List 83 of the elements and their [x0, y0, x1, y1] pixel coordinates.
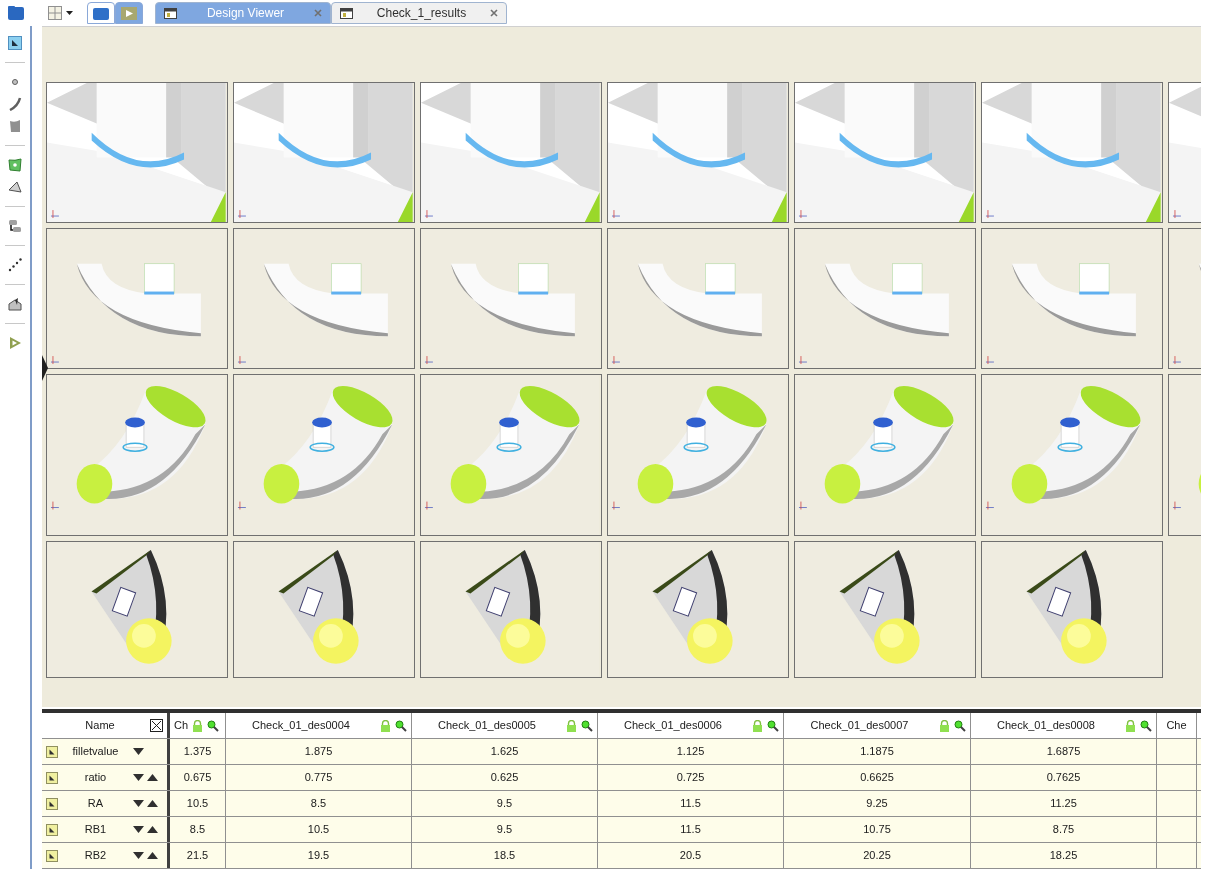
zoom-icon[interactable]: [954, 719, 966, 732]
table-cell-text: 0.675: [183, 770, 212, 786]
table-cell-text: 1.625: [490, 744, 519, 760]
parameter-name: filletvalue: [71, 744, 120, 760]
parameter-name: RA: [86, 796, 105, 812]
folder-icon[interactable]: [8, 6, 24, 20]
select-icon[interactable]: [8, 36, 22, 50]
column-header: Check_01_des0008: [996, 718, 1096, 734]
viewer-icon: [164, 7, 177, 19]
table-cell-text: 1.125: [676, 744, 705, 760]
surface-icon[interactable]: [8, 119, 22, 133]
column-header: Che: [1165, 718, 1188, 734]
table-cell-text: 8.75: [1052, 822, 1075, 838]
table-cell-text: 0.6625: [860, 770, 894, 786]
table-cell-text: 10.75: [863, 822, 891, 838]
parameter-icon[interactable]: [46, 823, 58, 836]
column-header: Check_01_des0005: [437, 718, 537, 734]
play-icon: [121, 6, 137, 20]
table-cell-text: 9.5: [496, 822, 513, 838]
table-cell-text: 18.5: [493, 848, 516, 864]
sort-down-icon[interactable]: [133, 748, 144, 755]
tab[interactable]: Check_1_results: [331, 2, 507, 24]
sort-up-icon[interactable]: [147, 774, 158, 781]
sort-down-icon[interactable]: [133, 852, 144, 859]
table-cell-text: 0.7625: [1046, 770, 1081, 786]
table-cell-text: 10.5: [307, 822, 330, 838]
column-header: Ch: [174, 718, 189, 734]
parameter-icon[interactable]: [46, 745, 58, 758]
parameter-name: RB1: [83, 822, 108, 838]
parameter-name: RB2: [83, 848, 108, 864]
table-cell-text: 20.25: [863, 848, 891, 864]
table-icon: [340, 7, 353, 19]
table-cell-text: 11.25: [1050, 796, 1077, 812]
sort-down-icon[interactable]: [133, 800, 144, 807]
table-cell-text: 18.25: [1049, 848, 1078, 864]
tree-icon[interactable]: [8, 219, 22, 233]
table-cell-text: 21.5: [186, 848, 209, 864]
zoom-icon[interactable]: [581, 719, 593, 732]
face-icon[interactable]: [8, 158, 22, 172]
table-cell-text: 19.5: [307, 848, 330, 864]
sort-up-icon[interactable]: [147, 826, 158, 833]
grid-layout-icon: [48, 6, 62, 20]
table-cell-text: 10.5: [186, 796, 209, 812]
table-cell-text: 20.5: [679, 848, 702, 864]
table-cell-text: 1.1875: [860, 744, 894, 760]
table-cell-text: 1.6875: [1046, 744, 1081, 760]
table-cell-text: 9.25: [866, 796, 888, 812]
zoom-icon[interactable]: [207, 719, 220, 732]
play-icon[interactable]: [8, 336, 22, 350]
clear-icon[interactable]: [150, 719, 163, 732]
close-icon[interactable]: [490, 9, 498, 17]
zoom-icon[interactable]: [1140, 719, 1152, 732]
table-cell-text: 1.375: [183, 744, 212, 760]
sort-up-icon[interactable]: [147, 800, 158, 807]
parameter-name: ratio: [83, 770, 108, 786]
sort-up-icon[interactable]: [147, 852, 158, 859]
table-cell-text: 1.875: [304, 744, 333, 760]
zoom-icon[interactable]: [767, 719, 779, 732]
table-cell-text: 8.5: [189, 822, 206, 838]
sort-down-icon[interactable]: [133, 774, 144, 781]
table-cell-text: 0.625: [490, 770, 519, 786]
caret-icon: [66, 11, 73, 15]
table-cell-text: 8.5: [310, 796, 327, 812]
sort-down-icon[interactable]: [133, 826, 144, 833]
table-cell-text: 0.725: [676, 770, 705, 786]
table-cell-text: 9.5: [496, 796, 513, 812]
zoom-icon[interactable]: [395, 719, 407, 732]
dotted-line-icon[interactable]: [8, 258, 22, 272]
column-header: Check_01_des0007: [809, 718, 910, 734]
table-cell-text: 0.775: [304, 770, 333, 786]
table-cell-text: 11.5: [680, 796, 701, 812]
table-cell-text: 11.5: [680, 822, 701, 838]
parameter-icon[interactable]: [46, 771, 58, 784]
parameter-icon[interactable]: [46, 797, 58, 810]
collapse-handle-icon[interactable]: [42, 355, 48, 381]
column-header: Check_01_des0004: [251, 718, 351, 734]
column-header: Check_01_des0006: [623, 718, 723, 734]
curve-icon[interactable]: [8, 97, 22, 111]
folder-button[interactable]: [87, 2, 115, 24]
folder-icon: [93, 6, 109, 20]
wedge-icon[interactable]: [8, 180, 22, 194]
parameter-icon[interactable]: [46, 849, 58, 862]
column-header: Name: [84, 718, 116, 734]
